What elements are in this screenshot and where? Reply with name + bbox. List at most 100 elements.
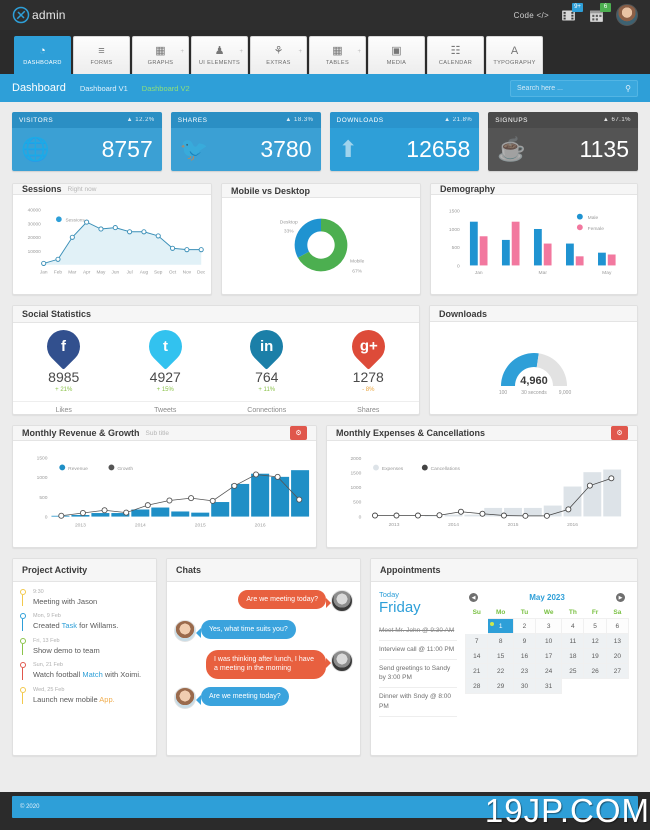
activity-link[interactable]: Match	[82, 670, 102, 679]
stat-card-shares[interactable]: SHARES ▲ 18.3% 🐦 3780	[170, 112, 321, 171]
nav-tab-calendar[interactable]: ☷ CALENDAR	[427, 36, 484, 74]
social-label: Connections	[216, 401, 318, 414]
nav-tab-dashboard[interactable]: ◔ DASHBOARD	[14, 36, 71, 74]
calendar-day[interactable]: 21	[464, 663, 489, 679]
calendar-grid[interactable]: Su Mo Tu We Th Fr Sa 1 2 3 4 5 6 7 8 9 10 11 12 13 14 15 16 17…	[464, 607, 630, 694]
stat-card-visitors[interactable]: VISITORS ▲ 12.2% 🌐 8757	[12, 112, 162, 171]
calendar-day[interactable]: 30	[512, 678, 537, 694]
appointment-item[interactable]: Meet Mr. John @ 9:30 AM	[379, 622, 457, 641]
calendar-day[interactable]: 3	[535, 618, 563, 634]
stat-card-signups[interactable]: SIGNUPS ▲ 67.1% ☕ 1135	[488, 112, 638, 171]
chevron-left-icon[interactable]: ◀	[469, 593, 478, 602]
code-label[interactable]: Code </>	[514, 11, 549, 20]
avatar[interactable]	[616, 4, 638, 26]
calendar-month-label: May 2023	[529, 593, 565, 602]
film-icon[interactable]: 9+	[560, 2, 583, 24]
panel-sessions: Sessions Right now 10000 20000 30000 40000 J…	[12, 183, 212, 295]
social-stat-linkedin[interactable]: in 764 + 11% Connections	[216, 323, 318, 414]
activity-item[interactable]: Wed, 25 Feb Launch new mobile App.	[18, 686, 149, 711]
appointment-item[interactable]: Interview call @ 11:00 PM	[379, 641, 457, 660]
calendar-day[interactable]: 16	[512, 648, 537, 664]
expenses-settings-button[interactable]: ⚙	[611, 426, 628, 440]
calendar-day[interactable]: 17	[535, 648, 563, 664]
svg-text:Aug: Aug	[140, 269, 149, 275]
calendar-day[interactable]: 24	[535, 663, 563, 679]
nav-tab-typography[interactable]: A TYPOGRAPHY	[486, 36, 543, 74]
search-box[interactable]: ⚲	[510, 79, 638, 97]
calendar-day-selected[interactable]: 1	[487, 618, 514, 634]
activity-item[interactable]: Sun, 21 Feb Watch football Match with Xoi…	[18, 662, 149, 686]
svg-text:Male: Male	[588, 215, 599, 221]
panel-appointments-title: Appointments	[380, 565, 441, 575]
timeline-line	[21, 643, 24, 656]
nav-tab-extras[interactable]: ⚘ EXTRAS +	[250, 36, 307, 74]
calendar-day[interactable]: 20	[605, 648, 630, 664]
nav-tab-ui-elements[interactable]: ♟ UI ELEMENTS +	[191, 36, 248, 74]
social-value: 4927	[149, 369, 181, 385]
calendar-day[interactable]: 25	[561, 663, 585, 679]
appointment-item[interactable]: Send greetings to Sandy by 3:00 PM	[379, 660, 457, 688]
chat-bubble[interactable]: Are we meeting today?	[238, 590, 331, 610]
revenue-chart: 0 500 1000 1500 2013 2014 2015 2016 Revenue Growt…	[13, 441, 316, 548]
nav-tab-forms[interactable]: ≡ FORMS	[73, 36, 130, 74]
calendar-day[interactable]: 27	[605, 663, 630, 679]
calendar-day[interactable]: 22	[487, 663, 514, 679]
calendar-day[interactable]: 28	[464, 678, 489, 694]
plus-icon[interactable]: +	[239, 49, 243, 55]
calendar-day[interactable]: 13	[605, 633, 630, 649]
revenue-settings-button[interactable]: ⚙	[290, 426, 307, 440]
calendar-day[interactable]: 5	[583, 618, 607, 634]
stat-label: SHARES	[177, 116, 208, 124]
calendar-day[interactable]: 14	[464, 648, 489, 664]
activity-item[interactable]: 9:30 Meeting with Jason	[18, 589, 149, 613]
calendar-day[interactable]: 4	[561, 618, 585, 634]
activity-text: Meeting with Jason	[33, 597, 149, 606]
plus-icon[interactable]: +	[180, 49, 184, 55]
chevron-right-icon[interactable]: ▶	[616, 593, 625, 602]
plus-icon[interactable]: +	[298, 49, 302, 55]
activity-link[interactable]: Task	[62, 621, 77, 630]
stat-card-downloads[interactable]: DOWNLOADS ▲ 21.8% ⬆ 12658	[329, 112, 480, 171]
calendar-icon[interactable]: 6	[588, 2, 611, 24]
panel-activity-title: Project Activity	[22, 565, 88, 575]
activity-link[interactable]: App.	[99, 695, 114, 704]
nav-tab-media[interactable]: ▣ MEDIA	[368, 36, 425, 74]
calendar-day[interactable]: 9	[512, 633, 537, 649]
social-stat-google[interactable]: g+ 1278 - 8% Shares	[317, 323, 419, 414]
calendar-day[interactable]: 29	[487, 678, 514, 694]
activity-item[interactable]: Mon, 9 Feb Created Task for Willams.	[18, 613, 149, 637]
activity-item[interactable]: Fri, 13 Feb Show demo to team	[18, 637, 149, 662]
calendar-day[interactable]: 6	[605, 618, 630, 634]
nav-tab-graphs[interactable]: ▦ GRAPHS +	[132, 36, 189, 74]
chat-bubble[interactable]: Yes, what time suits you?	[196, 620, 296, 640]
calendar-day[interactable]: 26	[583, 663, 607, 679]
brand-logo-group[interactable]: admin	[12, 6, 66, 24]
chat-bubble[interactable]: I was thinking after lunch, I have a mee…	[206, 650, 331, 679]
calendar-day[interactable]: 7	[464, 633, 489, 649]
calendar-day[interactable]: 11	[561, 633, 585, 649]
calendar-day[interactable]: 23	[512, 663, 537, 679]
plus-icon[interactable]: +	[357, 49, 361, 55]
calendar-day[interactable]: 18	[561, 648, 585, 664]
nav-tab-tables[interactable]: ▦ TABLES +	[309, 36, 366, 74]
downloads-gauge-chart: 4,960 100 30 seconds 9,000	[498, 353, 571, 396]
breadcrumb-item-v1[interactable]: Dashboard V1	[80, 84, 128, 93]
calendar-day[interactable]: 8	[487, 633, 514, 649]
upload-icon: ⬆	[338, 136, 358, 162]
breadcrumb-item-v2[interactable]: Dashboard V2	[142, 84, 190, 93]
calendar-widget[interactable]: ◀ May 2023 ▶ Su Mo Tu We Th Fr Sa 1 2 3 4 5 6 7 8 9 10 1…	[464, 590, 630, 717]
search-input[interactable]	[517, 84, 626, 92]
calendar-day[interactable]: 19	[583, 648, 607, 664]
social-stat-twitter[interactable]: t 4927 + 15% Tweets	[114, 323, 216, 414]
calendar-day[interactable]: 31	[535, 678, 563, 694]
social-change: + 15%	[156, 387, 174, 393]
calendar-day[interactable]: 12	[583, 633, 607, 649]
calendar-day[interactable]: 2	[512, 618, 537, 634]
social-stat-facebook[interactable]: f 8985 + 21% Likes	[13, 323, 115, 414]
calendar-day[interactable]: 10	[535, 633, 563, 649]
appointments-body: Today Friday Meet Mr. John @ 9:30 AM Inte…	[371, 582, 637, 755]
appointment-item[interactable]: Dinner with Sndy @ 8:00 PM	[379, 688, 457, 717]
calendar-day[interactable]: 15	[487, 648, 514, 664]
search-icon[interactable]: ⚲	[625, 84, 631, 93]
chat-bubble[interactable]: Are we meeting today?	[196, 686, 289, 707]
